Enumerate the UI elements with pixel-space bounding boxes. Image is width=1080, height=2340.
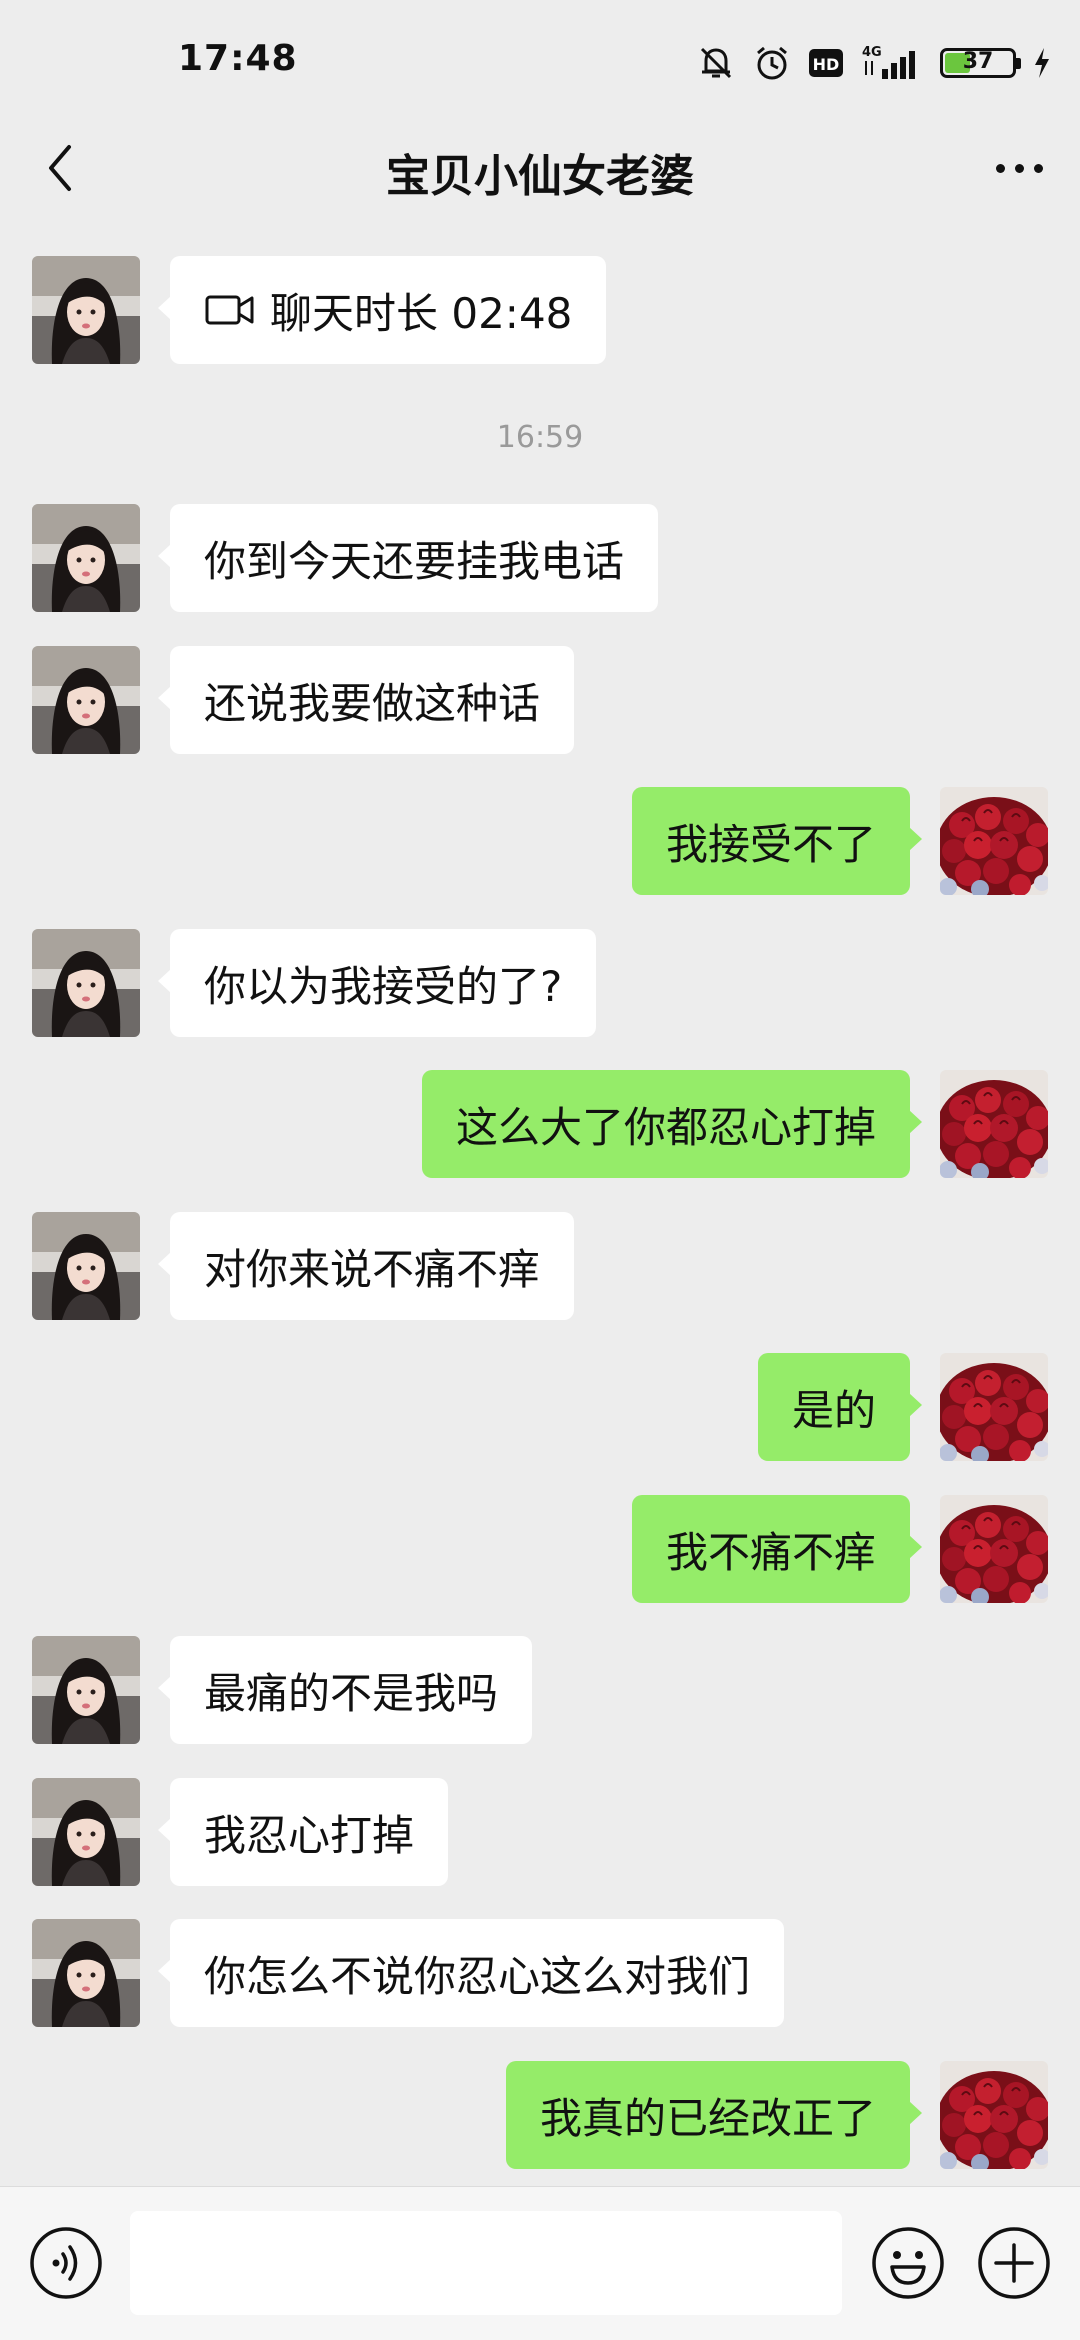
message-bubble[interactable]: 我接受不了 (631, 787, 923, 895)
message-bubble[interactable]: 你以为我接受的了? (157, 929, 597, 1037)
more-functions-button[interactable] (976, 2225, 1052, 2301)
call-record-bubble[interactable]: 聊天时长 02:48 (157, 256, 607, 364)
my-avatar-image (940, 1353, 1048, 1461)
emoji-button[interactable] (870, 2225, 946, 2301)
plus-icon (978, 2227, 1050, 2299)
avatar[interactable] (32, 256, 140, 364)
contact-avatar-image (32, 1636, 140, 1744)
sent-message: 我不痛不痒 (0, 1495, 1080, 1605)
contact-avatar-image (32, 929, 140, 1037)
contact-avatar-image (32, 504, 140, 612)
message-bubble[interactable]: 对你来说不痛不痒 (157, 1212, 575, 1320)
avatar[interactable] (32, 929, 140, 1037)
input-bar (0, 2186, 1080, 2340)
chat-message-list[interactable]: 聊天时长 02:48 16:59 你到今天还要挂我电话 还说我要做这种话 我接受不了… (0, 224, 1080, 2186)
received-message: 对你来说不痛不痒 (0, 1212, 1080, 1322)
emoji-icon (872, 2227, 944, 2299)
call-duration-label: 聊天时长 02:48 (270, 288, 573, 338)
avatar[interactable] (940, 787, 1048, 895)
contact-avatar-image (32, 1212, 140, 1320)
my-avatar-image (940, 2061, 1048, 2169)
svg-text:4G: 4G (862, 45, 882, 60)
svg-text:HD: HD (813, 55, 840, 74)
sent-message: 我真的已经改正了 (0, 2061, 1080, 2171)
received-message: 还说我要做这种话 (0, 646, 1080, 756)
received-message: 你到今天还要挂我电话 (0, 504, 1080, 614)
signal-icon: 4G (862, 45, 915, 79)
contact-avatar-image (32, 646, 140, 754)
status-time: 17:48 (178, 38, 298, 79)
message-bubble[interactable]: 最痛的不是我吗 (157, 1636, 533, 1744)
avatar[interactable] (940, 2061, 1048, 2169)
avatar[interactable] (32, 1212, 140, 1320)
message-bubble[interactable]: 我忍心打掉 (157, 1778, 449, 1886)
sent-message: 是的 (0, 1353, 1080, 1463)
avatar[interactable] (32, 504, 140, 612)
charging-icon (1035, 48, 1049, 78)
message-bubble[interactable]: 我不痛不痒 (631, 1495, 923, 1603)
my-avatar-image (940, 1070, 1048, 1178)
message-bubble[interactable]: 你怎么不说你忍心这么对我们 (157, 1919, 785, 2027)
message-timestamp: 16:59 (496, 420, 584, 455)
avatar[interactable] (32, 1919, 140, 2027)
message-bubble[interactable]: 这么大了你都忍心打掉 (421, 1070, 923, 1178)
more-dots-icon (995, 163, 1005, 173)
sent-message: 这么大了你都忍心打掉 (0, 1070, 1080, 1180)
received-message: 我忍心打掉 (0, 1778, 1080, 1888)
mute-icon (700, 47, 732, 79)
status-icons: HD 4G 37 (696, 40, 1052, 86)
hd-icon: HD (809, 49, 843, 77)
message-input[interactable] (130, 2211, 842, 2315)
contact-avatar-image (32, 256, 140, 364)
chat-header: 宝贝小仙女老婆 (0, 112, 1080, 224)
more-button[interactable] (984, 134, 1054, 202)
voice-icon (30, 2227, 102, 2299)
received-message: 最痛的不是我吗 (0, 1636, 1080, 1746)
voice-button[interactable] (28, 2225, 104, 2301)
received-message: 你怎么不说你忍心这么对我们 (0, 1919, 1080, 2029)
avatar[interactable] (940, 1070, 1048, 1178)
message-bubble[interactable]: 是的 (757, 1353, 923, 1461)
avatar[interactable] (32, 1778, 140, 1886)
sent-message: 我接受不了 (0, 787, 1080, 897)
message-bubble[interactable]: 我真的已经改正了 (505, 2061, 923, 2169)
my-avatar-image (940, 787, 1048, 895)
alarm-icon (757, 46, 787, 80)
contact-avatar-image (32, 1919, 140, 2027)
avatar[interactable] (940, 1353, 1048, 1461)
video-call-icon (205, 295, 254, 325)
battery-level-text: 37 (962, 49, 994, 74)
message-bubble[interactable]: 还说我要做这种话 (157, 646, 575, 754)
avatar[interactable] (32, 1636, 140, 1744)
received-message: 你以为我接受的了? (0, 929, 1080, 1039)
battery-icon: 37 (940, 48, 1021, 78)
avatar[interactable] (940, 1495, 1048, 1603)
message-bubble[interactable]: 你到今天还要挂我电话 (157, 504, 659, 612)
avatar[interactable] (32, 646, 140, 754)
contact-avatar-image (32, 1778, 140, 1886)
chat-title: 宝贝小仙女老婆 (386, 151, 694, 202)
status-bar: 17:48 HD 4G 37 (0, 0, 1080, 120)
call-record-message: 聊天时长 02:48 (0, 256, 1080, 366)
my-avatar-image (940, 1495, 1048, 1603)
